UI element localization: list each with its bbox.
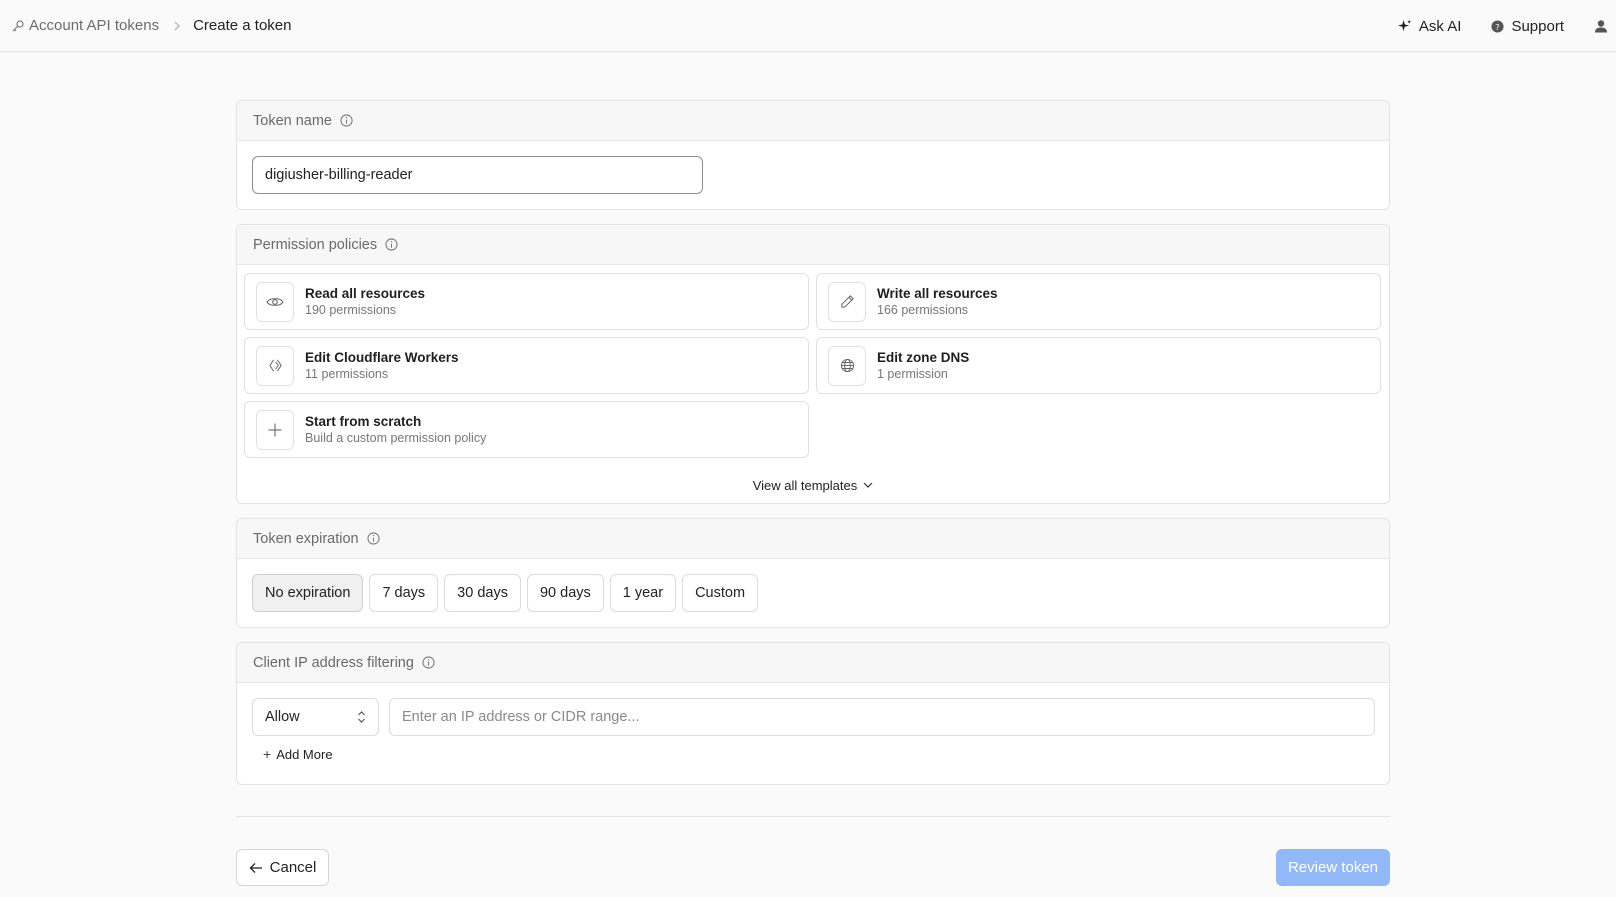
cancel-button[interactable]: Cancel: [236, 849, 329, 886]
ask-ai-button[interactable]: Ask AI: [1397, 17, 1462, 35]
pencil-icon: [828, 281, 866, 322]
policy-tile-text: Read all resources 190 permissions: [305, 285, 425, 318]
globe-icon: [828, 345, 866, 386]
policy-tile-edit-zone-dns[interactable]: Edit zone DNS 1 permission: [816, 337, 1381, 394]
view-all-templates-button[interactable]: View all templates: [237, 478, 1389, 493]
plus-icon: +: [263, 746, 272, 762]
policy-tile-title: Edit zone DNS: [877, 350, 970, 365]
policy-tile-subtitle: 166 permissions: [877, 303, 969, 317]
permission-policies-card: Permission policies Read all resources 1…: [236, 224, 1390, 504]
breadcrumb-current: Create a token: [193, 17, 292, 34]
footer-divider: [236, 816, 1390, 817]
policy-tile-subtitle: 11 permissions: [305, 367, 389, 381]
breadcrumb-account-api-tokens[interactable]: Account API tokens: [11, 17, 159, 34]
policy-tile-edit-workers[interactable]: Edit Cloudflare Workers 11 permissions: [244, 337, 809, 394]
policy-tile-title: Edit Cloudflare Workers: [305, 350, 459, 365]
arrow-left-icon: [249, 862, 262, 873]
policy-tile-text: Write all resources 166 permissions: [877, 285, 998, 318]
add-more-button[interactable]: + Add More: [263, 746, 333, 762]
policy-tile-subtitle: 1 permission: [877, 367, 948, 381]
add-more-label: Add More: [276, 746, 333, 762]
expiration-option-90-days[interactable]: 90 days: [526, 574, 604, 612]
permission-policies-heading: Permission policies: [253, 236, 378, 253]
support-button[interactable]: ? Support: [1491, 18, 1564, 35]
ip-filter-mode-select[interactable]: Allow: [252, 698, 379, 736]
ip-filter-card: Client IP address filtering Allow + Add …: [236, 642, 1390, 785]
policy-tile-read-all[interactable]: Read all resources 190 permissions: [244, 273, 809, 330]
policy-tile-title: Read all resources: [305, 286, 426, 301]
expiration-option-no-expiration[interactable]: No expiration: [252, 574, 364, 612]
policy-tile-text: Edit Cloudflare Workers 11 permissions: [305, 349, 459, 382]
chevron-right-icon: [173, 20, 181, 32]
review-token-label: Review token: [1287, 859, 1379, 876]
info-icon[interactable]: [367, 532, 380, 545]
policy-tile-title: Write all resources: [877, 286, 998, 301]
breadcrumb: Account API tokens Create a token: [0, 17, 291, 34]
ip-address-input[interactable]: [389, 698, 1375, 736]
expiration-option-custom[interactable]: Custom: [682, 574, 759, 612]
token-expiration-heading: Token expiration: [253, 530, 359, 547]
policy-tile-write-all[interactable]: Write all resources 166 permissions: [816, 273, 1381, 330]
ask-ai-label: Ask AI: [1418, 17, 1462, 35]
user-icon[interactable]: [1594, 19, 1608, 33]
expiration-options: No expiration 7 days 30 days 90 days 1 y…: [252, 574, 764, 612]
info-icon[interactable]: [422, 656, 435, 669]
token-name-header: Token name: [237, 101, 1389, 141]
svg-text:?: ?: [1496, 21, 1500, 31]
policy-tile-subtitle: 190 permissions: [305, 303, 397, 317]
info-icon[interactable]: [385, 238, 398, 251]
expiration-option-30-days[interactable]: 30 days: [444, 574, 521, 612]
key-icon: [12, 19, 24, 31]
policy-tile-title: Start from scratch: [305, 414, 422, 429]
policy-tile-text: Edit zone DNS 1 permission: [877, 349, 969, 382]
review-token-button[interactable]: Review token: [1276, 849, 1390, 886]
workers-icon: [256, 345, 294, 386]
permission-policies-header: Permission policies: [237, 225, 1389, 265]
token-name-input[interactable]: [252, 156, 703, 194]
help-circle-icon: ?: [1491, 19, 1504, 33]
ip-filter-header: Client IP address filtering: [237, 643, 1389, 683]
policy-tile-start-from-scratch[interactable]: Start from scratch Build a custom permis…: [244, 401, 809, 458]
ip-filter-mode-value: Allow: [265, 709, 300, 725]
plus-icon: [256, 409, 294, 450]
expiration-option-1-year[interactable]: 1 year: [609, 574, 677, 612]
ip-filter-heading: Client IP address filtering: [253, 654, 414, 671]
support-label: Support: [1511, 17, 1564, 35]
token-name-heading: Token name: [253, 112, 332, 129]
token-expiration-header: Token expiration: [237, 519, 1389, 559]
top-actions: Ask AI ? Support: [1397, 0, 1616, 52]
breadcrumb-parent-label: Account API tokens: [29, 17, 160, 34]
policy-tile-text: Start from scratch Build a custom permis…: [305, 413, 486, 446]
view-all-templates-label: View all templates: [752, 478, 858, 493]
expiration-option-7-days[interactable]: 7 days: [369, 574, 439, 612]
sparkle-icon: [1397, 19, 1411, 31]
cancel-label: Cancel: [269, 859, 317, 876]
policy-tile-subtitle: Build a custom permission policy: [305, 431, 487, 445]
top-bar: Account API tokens Create a token Ask AI…: [0, 0, 1616, 52]
token-name-card: Token name: [236, 100, 1390, 210]
chevron-up-down-icon: [358, 711, 365, 723]
eye-icon: [256, 281, 294, 322]
chevron-down-icon: [863, 482, 873, 488]
info-icon[interactable]: [340, 114, 353, 127]
token-expiration-card: Token expiration No expiration 7 days 30…: [236, 518, 1390, 628]
